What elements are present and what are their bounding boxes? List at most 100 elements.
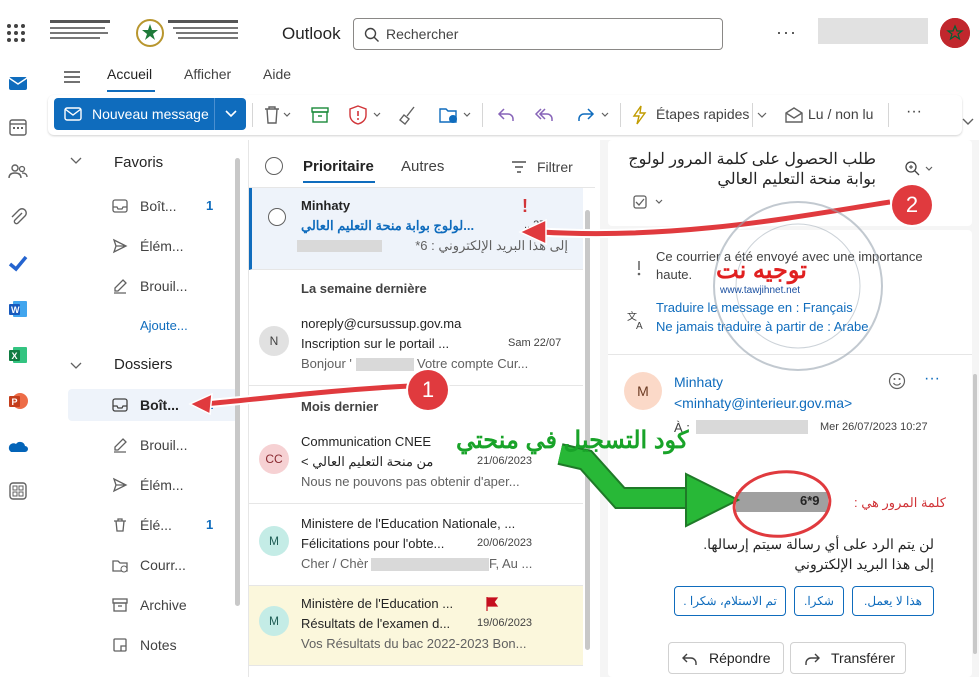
favorite-inbox[interactable]: Boît... 1 <box>68 190 238 222</box>
suggested-reply[interactable]: شكرا. <box>794 586 844 616</box>
reaction-icon[interactable] <box>888 372 906 390</box>
message-more-button[interactable]: ··· <box>924 370 940 388</box>
mail-app-icon[interactable] <box>7 72 29 94</box>
chevron-down-icon[interactable] <box>70 157 82 165</box>
section-header: La semaine dernière <box>301 281 427 296</box>
read-unread-label[interactable]: Lu / non lu <box>808 106 873 122</box>
folder-notes[interactable]: Notes <box>68 629 238 661</box>
account-avatar[interactable] <box>940 18 970 48</box>
reply-all-icon[interactable] <box>534 105 556 125</box>
folder-deleted[interactable]: Élé... 1 <box>68 509 238 541</box>
flag-icon[interactable] <box>485 596 499 612</box>
favorites-header[interactable]: Favoris <box>114 154 163 171</box>
reply-button[interactable]: Répondre <box>668 642 784 674</box>
favorite-drafts[interactable]: Brouil... <box>68 270 238 302</box>
folder-label: Notes <box>140 637 177 653</box>
zoom-icon[interactable] <box>904 160 936 178</box>
message-item[interactable]: M Ministere de l'Education Nationale, ..… <box>249 506 583 586</box>
filter-label[interactable]: Filtrer <box>537 159 573 175</box>
powerpoint-app-icon[interactable]: P <box>7 390 29 412</box>
attachment-app-icon[interactable] <box>7 206 29 228</box>
app-launcher-icon[interactable] <box>7 24 25 42</box>
new-message-button[interactable]: Nouveau message <box>54 98 220 130</box>
message-sender: Minhaty <box>301 198 351 213</box>
inbox-icon <box>112 397 128 413</box>
folder-label: Élém... <box>140 238 184 254</box>
tab-accueil[interactable]: Accueil <box>107 66 152 82</box>
forward-icon[interactable] <box>576 105 610 125</box>
tab-focused[interactable]: Prioritaire <box>303 158 374 175</box>
favorite-sent[interactable]: Élém... <box>68 230 238 262</box>
message-item[interactable]: Minhaty ...لولوج بوابة منحة التعليم العا… <box>249 188 583 270</box>
suggested-reply[interactable]: هذا لا يعمل. <box>852 586 934 616</box>
ribbon-more-button[interactable]: ··· <box>906 103 922 121</box>
unread-count: 1 <box>206 397 214 412</box>
folder-junk[interactable]: Courr... <box>68 549 238 581</box>
compose-mail-icon <box>64 107 82 121</box>
more-options-button[interactable]: ··· <box>776 22 797 43</box>
divider <box>608 354 972 355</box>
message-subject: ...لولوج بوابة منحة التعليم العالي <box>301 218 475 233</box>
folder-archive[interactable]: Archive <box>68 589 238 621</box>
annotation-caption: كود التسجيل في منحتي <box>456 427 689 454</box>
word-app-icon[interactable]: W <box>7 298 29 320</box>
folders-header[interactable]: Dossiers <box>114 356 172 373</box>
delete-icon[interactable] <box>262 105 292 125</box>
message-select-radio[interactable] <box>268 208 286 226</box>
body-text: إلى هذا البريد الإلكتروني <box>794 556 934 572</box>
redacted-text <box>371 558 489 571</box>
move-to-folder-icon[interactable] <box>438 105 472 125</box>
app-title[interactable]: Outlook <box>282 24 341 44</box>
sweep-icon[interactable] <box>398 105 418 125</box>
new-message-dropdown[interactable] <box>216 98 246 130</box>
tab-aide[interactable]: Aide <box>263 66 291 82</box>
suggested-reply[interactable]: تم الاستلام، شكرا . <box>674 586 786 616</box>
add-favorite-link[interactable]: Ajoute... <box>140 318 188 333</box>
reply-icon <box>681 652 699 666</box>
button-divider <box>214 98 215 130</box>
sender-name[interactable]: Minhaty <box>674 374 723 390</box>
report-icon[interactable] <box>348 105 382 125</box>
sender-email[interactable]: <minhaty@interieur.gov.ma> <box>674 395 852 411</box>
quick-steps-dropdown-icon[interactable] <box>756 105 768 125</box>
search-placeholder: Rechercher <box>386 26 459 42</box>
reply-icon[interactable] <box>496 105 516 125</box>
quick-steps-label[interactable]: Étapes rapides <box>656 106 749 122</box>
folder-scrollbar[interactable] <box>235 158 240 606</box>
select-all-checkbox[interactable] <box>265 157 283 175</box>
folder-label: Boît... <box>140 198 177 214</box>
summary-icon[interactable] <box>632 194 666 210</box>
onedrive-app-icon[interactable] <box>7 436 29 458</box>
active-tab-indicator <box>303 181 375 183</box>
read-unread-icon[interactable] <box>784 105 804 125</box>
collapse-ribbon-icon[interactable] <box>962 118 974 126</box>
folder-drafts[interactable]: Brouil... <box>68 429 238 461</box>
archive-icon[interactable] <box>310 105 330 125</box>
trash-icon <box>112 517 128 533</box>
forward-icon <box>803 652 821 666</box>
filter-icon[interactable] <box>511 160 527 174</box>
never-translate-link[interactable]: Ne jamais traduire à partir de : Arabe <box>656 319 868 334</box>
quick-steps-icon[interactable] <box>630 105 650 125</box>
tab-other[interactable]: Autres <box>401 158 444 175</box>
message-date: 20/06/2023 <box>477 537 533 549</box>
forward-button[interactable]: Transférer <box>790 642 906 674</box>
tab-afficher[interactable]: Afficher <box>184 66 231 82</box>
folder-inbox[interactable]: Boît... 1 <box>68 389 238 421</box>
message-item[interactable]: M Ministère de l'Education ... Résultats… <box>249 586 583 666</box>
step-badge-2: 2 <box>892 185 932 225</box>
hamburger-menu-icon[interactable] <box>62 70 82 84</box>
translate-link[interactable]: Traduire le message en : Français <box>656 300 853 315</box>
reading-scrollbar[interactable] <box>973 374 977 654</box>
people-app-icon[interactable] <box>7 160 29 182</box>
chevron-down-icon[interactable] <box>70 362 82 370</box>
svg-text:W: W <box>11 305 20 315</box>
folder-sent[interactable]: Élém... <box>68 469 238 501</box>
todo-app-icon[interactable] <box>7 252 29 274</box>
more-apps-icon[interactable] <box>7 480 29 502</box>
sender-avatar[interactable]: M <box>624 372 662 410</box>
search-box[interactable]: Rechercher <box>353 18 723 50</box>
folder-label: Élé... <box>140 517 172 533</box>
excel-app-icon[interactable]: X <box>7 344 29 366</box>
calendar-app-icon[interactable] <box>7 116 29 138</box>
